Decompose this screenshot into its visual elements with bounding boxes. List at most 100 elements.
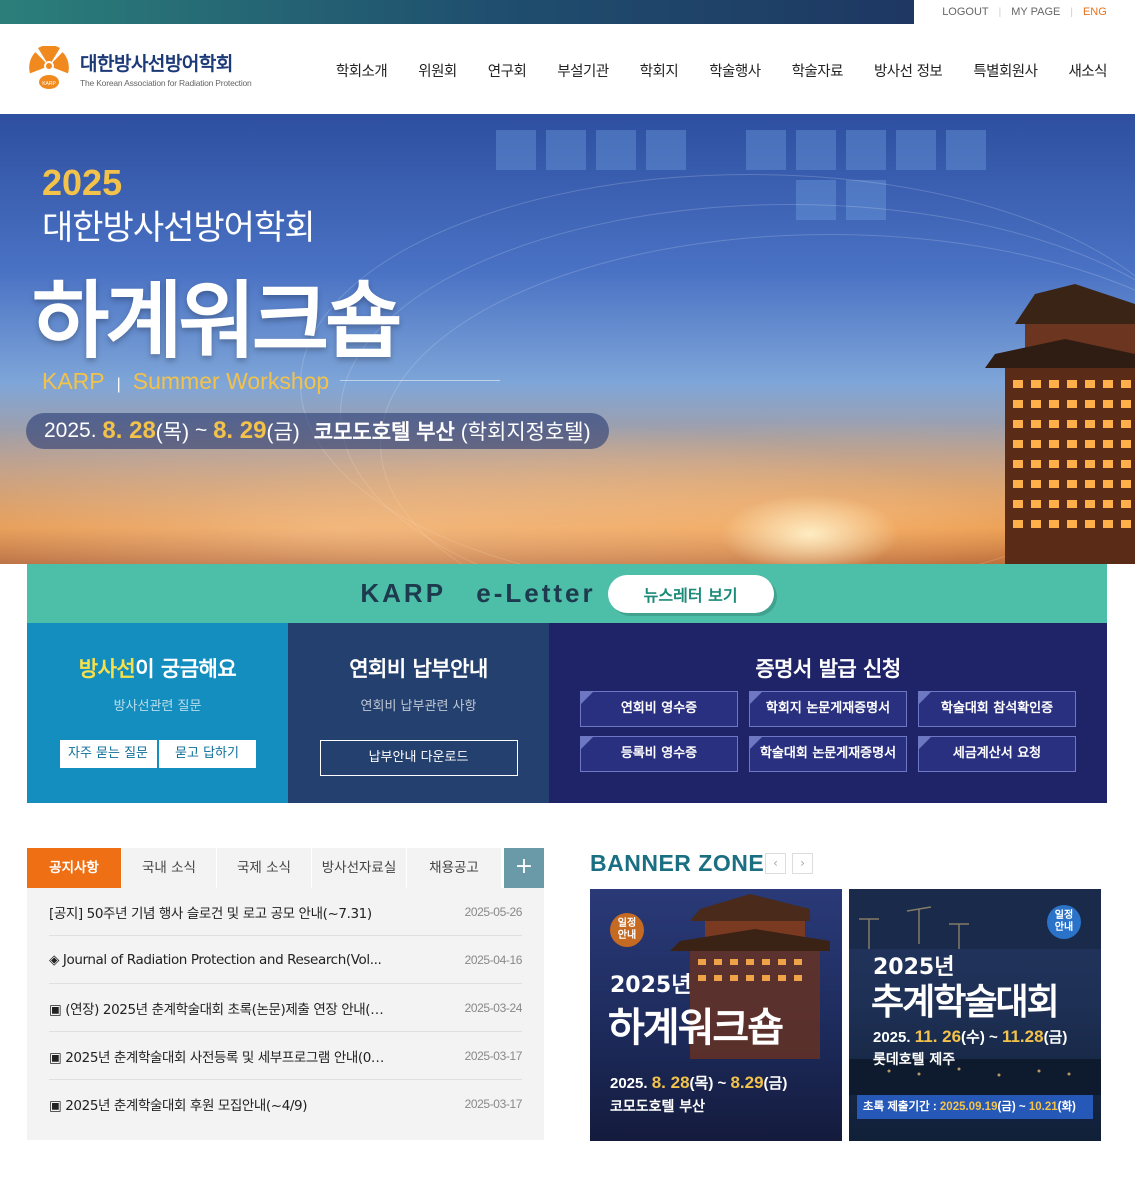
tab-radiation-archive[interactable]: 방사선자료실: [312, 848, 407, 888]
banner-dow2: (금): [1043, 1029, 1068, 1046]
main-nav: 학회소개 위원회 연구회 부설기관 학회지 학술행사 학술자료 방사선 정보 특…: [305, 60, 1108, 81]
cert-tax-invoice[interactable]: 세금계산서 요청: [918, 736, 1076, 772]
separator: |: [998, 6, 1002, 18]
tab-notice[interactable]: 공지사항: [27, 848, 122, 888]
logout-link[interactable]: LOGOUT: [942, 6, 988, 18]
decor-square: [646, 130, 686, 170]
abstract-deadline-bar: 초록 제출기간 : 2025.09.19(금) ~ 10.21(화): [857, 1095, 1093, 1119]
deadline-tilde: ~: [1018, 1101, 1026, 1113]
tab-recruitment[interactable]: 채용공고: [407, 848, 502, 888]
cert-conference-publication[interactable]: 학술대회 논문게재증명서: [749, 736, 907, 772]
tab-domestic-news[interactable]: 국내 소식: [122, 848, 217, 888]
notice-date: 2025-03-24: [464, 1000, 523, 1015]
decor-square: [746, 130, 786, 170]
notice-item[interactable]: [공지] 50주년 기념 행사 슬로건 및 로고 공모 안내(~7.31) 20…: [49, 888, 522, 936]
board-tabs: 공지사항 국내 소식 국제 소식 방사선자료실 채용공고 +: [27, 848, 544, 888]
banner-date-prefix: 2025.: [873, 1029, 911, 1046]
banner-day2: 11.28: [1001, 1027, 1044, 1046]
sun-glow: [720, 494, 900, 564]
schedule-badge: 일정 안내: [610, 913, 644, 947]
nav-item-about[interactable]: 학회소개: [336, 60, 388, 81]
nav-item-journal[interactable]: 학회지: [640, 60, 679, 81]
view-newsletter-button[interactable]: 뉴스레터 보기: [607, 574, 774, 613]
logo-name-en: The Korean Association for Radiation Pro…: [80, 77, 252, 88]
radiation-logo-icon: KARP: [26, 45, 72, 90]
banner-date-prefix: 2025.: [610, 1075, 648, 1092]
nav-item-news[interactable]: 새소식: [1068, 60, 1107, 81]
notice-title: ▣ 2025년 춘계학술대회 후원 모집안내(~4/9): [49, 1098, 308, 1114]
banner-day1: 11. 26: [914, 1027, 962, 1046]
faq-button[interactable]: 자주 묻는 질문: [59, 740, 157, 768]
hero-title: 하계워크숍: [32, 272, 402, 370]
chevron-left-icon[interactable]: ‹: [765, 853, 786, 874]
banner-tilde: ~: [717, 1075, 727, 1092]
chevron-right-icon[interactable]: ›: [792, 853, 813, 874]
mypage-link[interactable]: MY PAGE: [1011, 6, 1060, 18]
banner-summer-workshop[interactable]: 일정 안내 2025년 하계워크숍 2025. 8. 28(목) ~ 8.29(…: [590, 889, 842, 1141]
eletter-bar: KARP e-Letter 뉴스레터 보기: [27, 564, 1107, 623]
banner-date: 2025. 11. 26(수) ~ 11.28(금): [873, 1026, 1067, 1047]
nav-item-special-members[interactable]: 특별회원사: [973, 60, 1038, 81]
hero-place-note: (학회지정호텔): [460, 421, 591, 444]
hero-day2: 8. 29: [213, 417, 267, 444]
hero-date-prefix: 2025.: [44, 419, 97, 442]
fee-download-button[interactable]: 납부안내 다운로드: [319, 740, 518, 776]
faq-desc: 방사선관련 질문: [113, 699, 202, 714]
fee-desc: 연회비 납부관련 사항: [360, 699, 477, 714]
banner-date: 2025. 8. 28(목) ~ 8.29(금): [610, 1072, 787, 1093]
utility-links: LOGOUT | MY PAGE | ENG: [914, 0, 1135, 24]
banner-place: 롯데호텔 제주: [873, 1052, 956, 1068]
more-plus-icon[interactable]: +: [504, 848, 544, 888]
nav-item-resources[interactable]: 학술자료: [792, 60, 844, 81]
banner-zone-title: BANNER ZONE: [590, 850, 765, 876]
decor-square: [846, 130, 886, 170]
deadline-end-dow: (화): [1057, 1101, 1076, 1113]
banner-dow2: (금): [763, 1075, 788, 1092]
nav-item-radiation-info[interactable]: 방사선 정보: [874, 60, 943, 81]
banner-place: 코모도호텔 부산: [610, 1099, 706, 1115]
hero-org: 대한방사선방어학회: [42, 208, 316, 248]
hero-subtitle: KARP | Summer Workshop: [42, 368, 330, 394]
hero-sub-karp: KARP: [42, 368, 105, 394]
cert-journal-publication[interactable]: 학회지 논문게재증명서: [749, 691, 907, 727]
notice-item[interactable]: ▣ (연장) 2025년 춘계학술대회 초록(논문)제출 연장 안내(~... …: [49, 984, 522, 1032]
qna-button[interactable]: 묻고 답하기: [158, 740, 256, 768]
notice-title: ◈ Journal of Radiation Protection and Re…: [49, 951, 382, 968]
deadline-end: 10.21: [1028, 1101, 1058, 1113]
site-logo[interactable]: KARP 대한방사선방어학회 The Korean Association fo…: [26, 45, 252, 90]
notice-item[interactable]: ▣ 2025년 춘계학술대회 후원 모집안내(~4/9) 2025-03-17: [49, 1080, 522, 1128]
faq-title-rest: 이 궁금해요: [135, 657, 237, 681]
cert-annual-fee-receipt[interactable]: 연회비 영수증: [580, 691, 738, 727]
nav-item-committee[interactable]: 위원회: [418, 60, 457, 81]
hero-date-pill: 2025. 8. 28 (목) ~ 8. 29 (금) 코모도호텔 부산 (학회지정호…: [26, 413, 609, 449]
hero-year: 2025: [42, 162, 123, 203]
cert-registration-receipt[interactable]: 등록비 영수증: [580, 736, 738, 772]
nav-item-research-group[interactable]: 연구회: [488, 60, 527, 81]
notice-date: 2025-05-26: [464, 904, 523, 919]
hero-banner[interactable]: 2025 대한방사선방어학회 하계워크숍 KARP | Summer Worksho…: [0, 114, 1135, 564]
faq-title: 방사선이 궁금해요: [27, 653, 288, 683]
certificate-title: 증명서 발급 신청: [755, 657, 901, 681]
decor-square: [796, 130, 836, 170]
notice-item[interactable]: ◈ Journal of Radiation Protection and Re…: [49, 936, 522, 984]
decor-square: [496, 130, 536, 170]
faq-box: 방사선이 궁금해요 방사선관련 질문 자주 묻는 질문 묻고 답하기: [27, 623, 288, 803]
decor-square: [946, 130, 986, 170]
eletter-title: KARP e-Letter: [360, 578, 596, 608]
notice-title: [공지] 50주년 기념 행사 슬로건 및 로고 공모 안내(~7.31): [49, 905, 372, 922]
hero-dow2: (금): [266, 421, 300, 444]
notice-date: 2025-03-17: [464, 1097, 523, 1111]
fee-title: 연회비 납부안내: [349, 657, 488, 681]
notice-date: 2025-04-16: [464, 952, 523, 967]
banner-dow1: (수): [961, 1029, 985, 1046]
banner-autumn-conference[interactable]: 일정 안내 2025년 추계학술대회 2025. 11. 26(수) ~ 11.…: [849, 889, 1101, 1141]
eng-link[interactable]: ENG: [1083, 6, 1107, 18]
deadline-start-dow: (금): [997, 1101, 1016, 1113]
faq-title-highlight: 방사선: [78, 657, 136, 681]
tab-international-news[interactable]: 국제 소식: [217, 848, 312, 888]
cert-conference-attendance[interactable]: 학술대회 참석확인증: [918, 691, 1076, 727]
nav-item-events[interactable]: 학술행사: [709, 60, 761, 81]
hotel-building-image: [985, 284, 1135, 564]
nav-item-institute[interactable]: 부설기관: [557, 60, 609, 81]
notice-item[interactable]: ▣ 2025년 춘계학술대회 사전등록 및 세부프로그램 안내(04... 20…: [49, 1032, 522, 1080]
